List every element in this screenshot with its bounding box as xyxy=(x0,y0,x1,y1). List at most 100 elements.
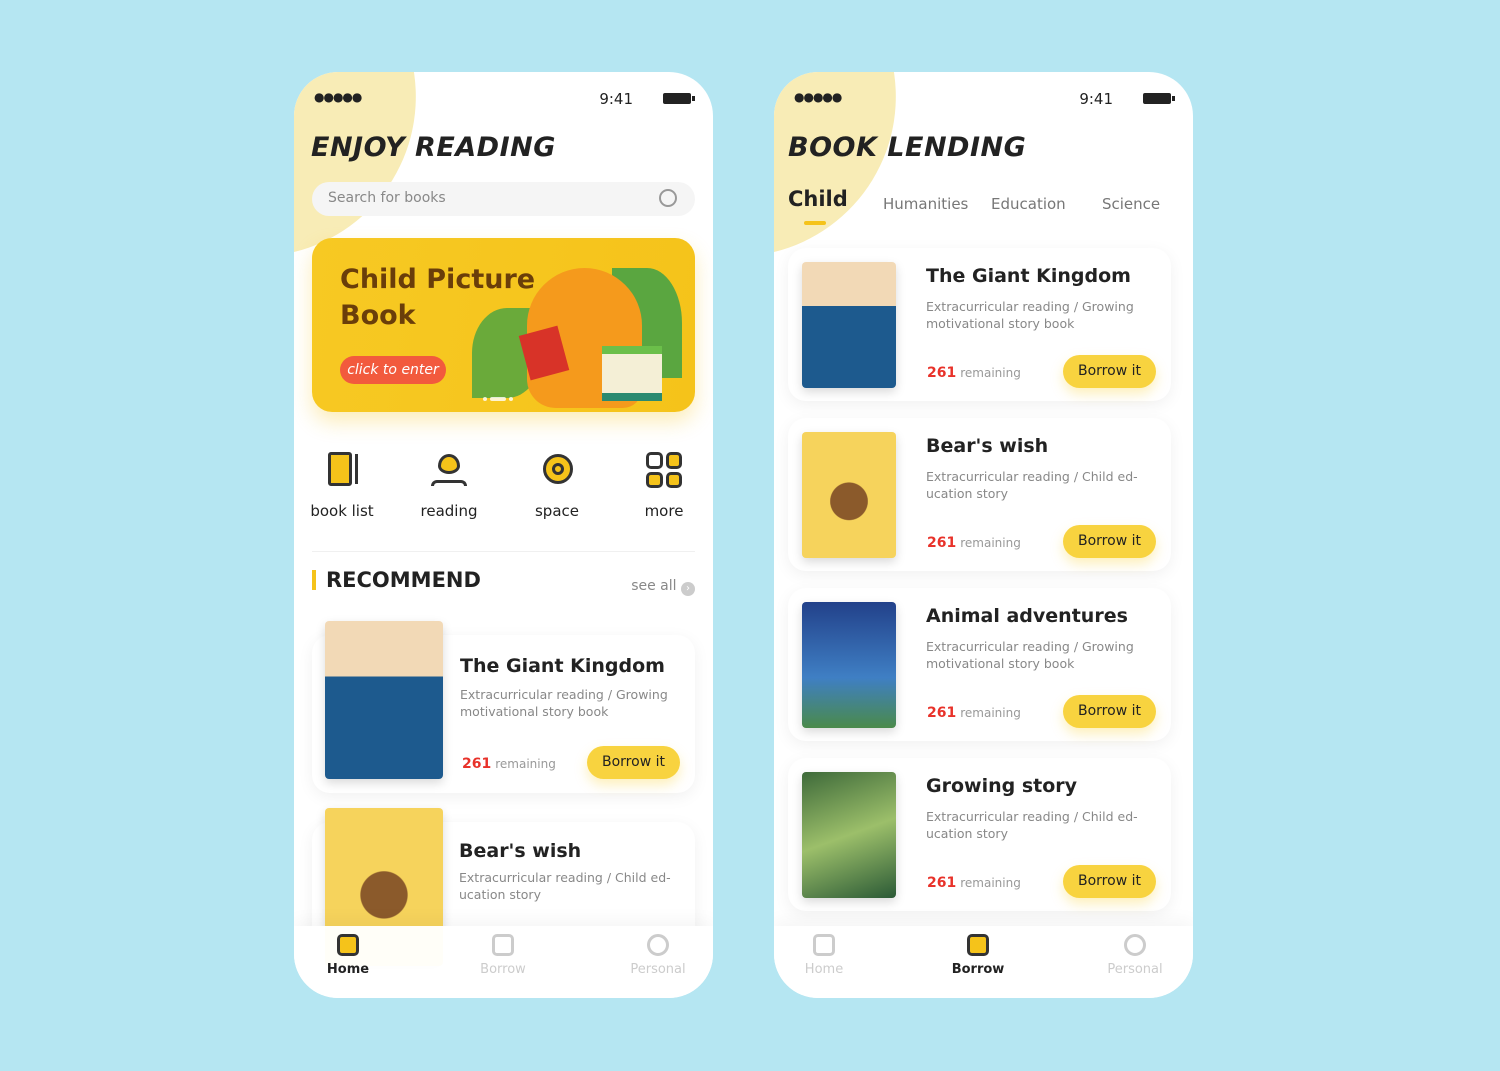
book-desc: Extracurricular reading / Growing motiva… xyxy=(926,299,1134,331)
borrow-button[interactable]: Borrow it xyxy=(1063,525,1156,558)
remaining-label: remaining xyxy=(960,536,1021,550)
lending-screen: ●●●●● 9:41 BOOK LENDING Child Humanities… xyxy=(774,72,1193,998)
book-cover xyxy=(802,432,896,558)
book-card[interactable]: The Giant Kingdom Extracurricular readin… xyxy=(312,621,695,793)
person-icon xyxy=(1124,934,1146,956)
book-card[interactable]: Animal adventures Extracurricular readin… xyxy=(788,588,1171,741)
book-card[interactable]: The Giant Kingdom Extracurricular readin… xyxy=(788,248,1171,401)
see-all-link[interactable]: see all › xyxy=(631,578,695,596)
remaining-count: 261 remaining xyxy=(462,756,556,772)
divider xyxy=(312,551,695,552)
count: 261 xyxy=(462,756,492,772)
menu-more[interactable]: more xyxy=(624,452,704,520)
status-bar: ●●●●● 9:41 xyxy=(314,90,695,108)
banner-title: Child Picture Book xyxy=(340,264,536,331)
remaining-count: 261 remaining xyxy=(927,365,1021,381)
borrow-button[interactable]: Borrow it xyxy=(1063,355,1156,388)
book-cover xyxy=(802,772,896,898)
remaining-label: remaining xyxy=(495,757,556,771)
count: 261 xyxy=(927,875,957,891)
book-title: Growing story xyxy=(926,775,1078,797)
tab-humanities[interactable]: Humanities xyxy=(883,195,968,213)
book-title: The Giant Kingdom xyxy=(460,655,665,677)
remaining-label: remaining xyxy=(960,366,1021,380)
menu-label: more xyxy=(644,502,684,520)
book-title: Bear's wish xyxy=(926,435,1049,457)
tab-label: Personal xyxy=(630,962,686,977)
book-title: The Giant Kingdom xyxy=(926,265,1131,287)
book-title: Animal adventures xyxy=(926,605,1128,627)
tab-label: Home xyxy=(326,962,370,977)
books-illustration xyxy=(602,346,662,401)
click-to-enter-button[interactable]: click to enter xyxy=(340,356,446,384)
chevron-right-icon: › xyxy=(681,582,695,596)
carousel-dots[interactable] xyxy=(483,397,513,401)
search-icon[interactable] xyxy=(659,189,677,207)
status-bar: ●●●●● 9:41 xyxy=(794,90,1175,108)
tab-label: Home xyxy=(804,962,844,977)
menu-reading[interactable]: reading xyxy=(409,452,489,520)
tab-borrow[interactable]: Borrow xyxy=(938,934,1018,977)
grid-icon xyxy=(646,452,682,488)
home-icon xyxy=(813,934,835,956)
signal-icon: ●●●●● xyxy=(794,90,842,104)
book-desc: Extracurricular reading / Growing motiva… xyxy=(926,639,1134,671)
remaining-label: remaining xyxy=(960,706,1021,720)
book-desc: Extracurricular reading / Child ed-ucati… xyxy=(459,870,671,902)
book-desc: Extracurricular reading / Child ed-ucati… xyxy=(926,469,1138,501)
tab-bar: Home Borrow Personal xyxy=(294,926,713,998)
book-desc: Extracurricular reading / Child ed-ucati… xyxy=(926,809,1138,841)
book-desc: Extracurricular reading / Growing motiva… xyxy=(460,687,668,719)
tab-label: Borrow xyxy=(951,962,1005,977)
book-card[interactable]: Bear's wish Extracurricular reading / Ch… xyxy=(788,418,1171,571)
count: 261 xyxy=(927,365,957,381)
tab-home[interactable]: Home xyxy=(784,934,864,977)
menu-label: book list xyxy=(310,502,374,520)
see-all-label: see all xyxy=(631,578,677,594)
remaining-count: 261 remaining xyxy=(927,705,1021,721)
menu-label: space xyxy=(534,502,579,520)
home-icon xyxy=(337,934,359,956)
tab-bar: Home Borrow Personal xyxy=(774,926,1193,998)
remaining-count: 261 remaining xyxy=(927,875,1021,891)
remaining-count: 261 remaining xyxy=(927,535,1021,551)
battery-icon xyxy=(1143,93,1175,104)
tab-personal[interactable]: Personal xyxy=(618,934,698,977)
category-tabs: Child Humanities Education Science xyxy=(774,187,1193,230)
menu-space[interactable]: space xyxy=(517,452,597,520)
page-title: BOOK LENDING xyxy=(788,132,1027,163)
borrow-icon xyxy=(492,934,514,956)
book-cover xyxy=(802,262,896,388)
menu-book-list[interactable]: book list xyxy=(302,452,382,520)
tab-home[interactable]: Home xyxy=(308,934,388,977)
book-card[interactable]: Growing story Extracurricular reading / … xyxy=(788,758,1171,911)
tab-personal[interactable]: Personal xyxy=(1095,934,1175,977)
remaining-label: remaining xyxy=(960,876,1021,890)
tab-label: Borrow xyxy=(480,962,526,977)
clock: 9:41 xyxy=(599,90,633,108)
tab-child[interactable]: Child xyxy=(788,187,848,225)
menu-label: reading xyxy=(420,502,478,520)
book-cover xyxy=(325,621,443,779)
signal-icon: ●●●●● xyxy=(314,90,362,104)
borrow-button[interactable]: Borrow it xyxy=(1063,865,1156,898)
home-screen: ●●●●● 9:41 ENJOY READING Search for book… xyxy=(294,72,713,998)
borrow-button[interactable]: Borrow it xyxy=(587,746,680,779)
book-cover xyxy=(802,602,896,728)
tab-science[interactable]: Science xyxy=(1102,195,1160,213)
banner[interactable]: Child Picture Book click to enter xyxy=(312,238,695,412)
person-icon xyxy=(647,934,669,956)
clock: 9:41 xyxy=(1079,90,1113,108)
search-input[interactable]: Search for books xyxy=(312,182,695,216)
tab-education[interactable]: Education xyxy=(991,195,1066,213)
page-title: ENJOY READING xyxy=(311,132,556,163)
search-placeholder: Search for books xyxy=(328,190,446,206)
section-title: RECOMMEND xyxy=(312,570,481,591)
book-list-icon xyxy=(324,452,360,488)
battery-icon xyxy=(663,93,695,104)
borrow-button[interactable]: Borrow it xyxy=(1063,695,1156,728)
count: 261 xyxy=(927,535,957,551)
borrow-icon xyxy=(967,934,989,956)
tab-borrow[interactable]: Borrow xyxy=(463,934,543,977)
planet-icon xyxy=(539,452,575,488)
